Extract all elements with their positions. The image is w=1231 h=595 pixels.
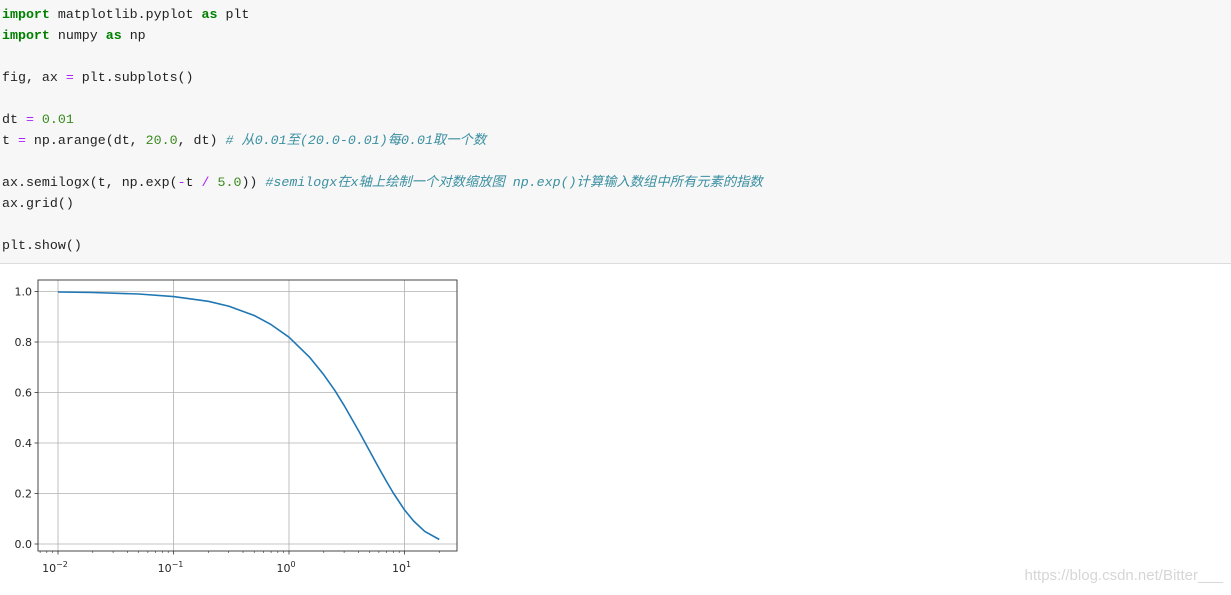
output-area: 0.0 0.2 0.4 0.6 0.8 1.0 10−2 10−1 100 101 (0, 265, 470, 590)
code-token: 20.0 (145, 133, 178, 148)
y-tick-label: 0.4 (15, 437, 33, 450)
y-tick-label: 0.2 (15, 488, 33, 501)
code-cell[interactable]: import matplotlib.pyplot as plt import nu… (0, 0, 1231, 264)
x-tick-exponent: 1 (406, 560, 411, 569)
code-token: = (25, 112, 34, 127)
axes-frame (37, 279, 458, 552)
code-line: import matplotlib.pyplot as plt (2, 4, 249, 25)
x-tick-exponent: −1 (172, 560, 184, 569)
code-token: plt (217, 7, 250, 22)
x-tick-label: 100 (276, 560, 295, 575)
code-line: t = np.arange(dt, 20.0, dt) # 从0.01至(20.… (2, 130, 486, 151)
code-token: plt.subplots() (73, 70, 194, 85)
y-tick-label: 0.0 (15, 538, 33, 551)
x-tick-base: 10 (392, 562, 406, 575)
code-token: np (121, 28, 146, 43)
code-token: fig, ax (2, 70, 66, 85)
code-token: t (2, 133, 18, 148)
code-token: t (185, 175, 202, 190)
code-token: numpy (49, 28, 106, 43)
code-token: - (177, 175, 186, 190)
code-keyword: as (105, 28, 122, 43)
code-line: ax.semilogx(t, np.exp(-t / 5.0)) #semilo… (2, 172, 763, 193)
data-line (57, 291, 440, 541)
code-token: ax.grid() (2, 196, 74, 211)
code-comment: # 从0.01至(20.0-0.01)每0.01取一个数 (225, 133, 487, 148)
x-tick-base: 10 (42, 562, 56, 575)
code-token: / (201, 175, 210, 190)
x-tick-exponent: 0 (290, 560, 295, 569)
x-tick-base: 10 (158, 562, 172, 575)
code-token: 5.0 (217, 175, 242, 190)
x-tick-label: 10−2 (42, 560, 68, 575)
code-line: plt.show() (2, 235, 82, 256)
watermark: https://blog.csdn.net/Bitter___ (1024, 567, 1223, 584)
code-token: ax.semilogx(t, np.exp( (2, 175, 178, 190)
code-token: dt (2, 112, 26, 127)
code-line: import numpy as np (2, 25, 146, 46)
code-comment: #semilogx在x轴上绘制一个对数缩放图 np.exp()计算输入数组中所有… (265, 175, 763, 190)
code-keyword: as (201, 7, 218, 22)
y-tick-label: 0.8 (15, 336, 33, 349)
code-token: 0.01 (41, 112, 74, 127)
x-tick-base: 10 (276, 562, 290, 575)
code-line: ax.grid() (2, 193, 74, 214)
y-tick-label: 1.0 (15, 286, 33, 299)
code-token: = (17, 133, 26, 148)
code-token: plt.show() (2, 238, 82, 253)
code-line: dt = 0.01 (2, 109, 74, 130)
code-token: matplotlib.pyplot (49, 7, 202, 22)
code-token: = (65, 70, 74, 85)
code-line: fig, ax = plt.subplots() (2, 67, 194, 88)
semilogx-chart: 0.00.20.40.60.81.010−2 10−1 100 101 (15, 279, 458, 575)
code-keyword: import (2, 7, 50, 22)
code-token: )) (241, 175, 266, 190)
x-tick-exponent: −2 (56, 560, 68, 569)
x-tick-label: 101 (392, 560, 411, 575)
x-tick-label: 10−1 (158, 560, 184, 575)
code-keyword: import (2, 28, 50, 43)
code-token: , dt) (177, 133, 226, 148)
code-token: np.arange(dt, (25, 133, 146, 148)
y-tick-label: 0.6 (15, 387, 33, 400)
